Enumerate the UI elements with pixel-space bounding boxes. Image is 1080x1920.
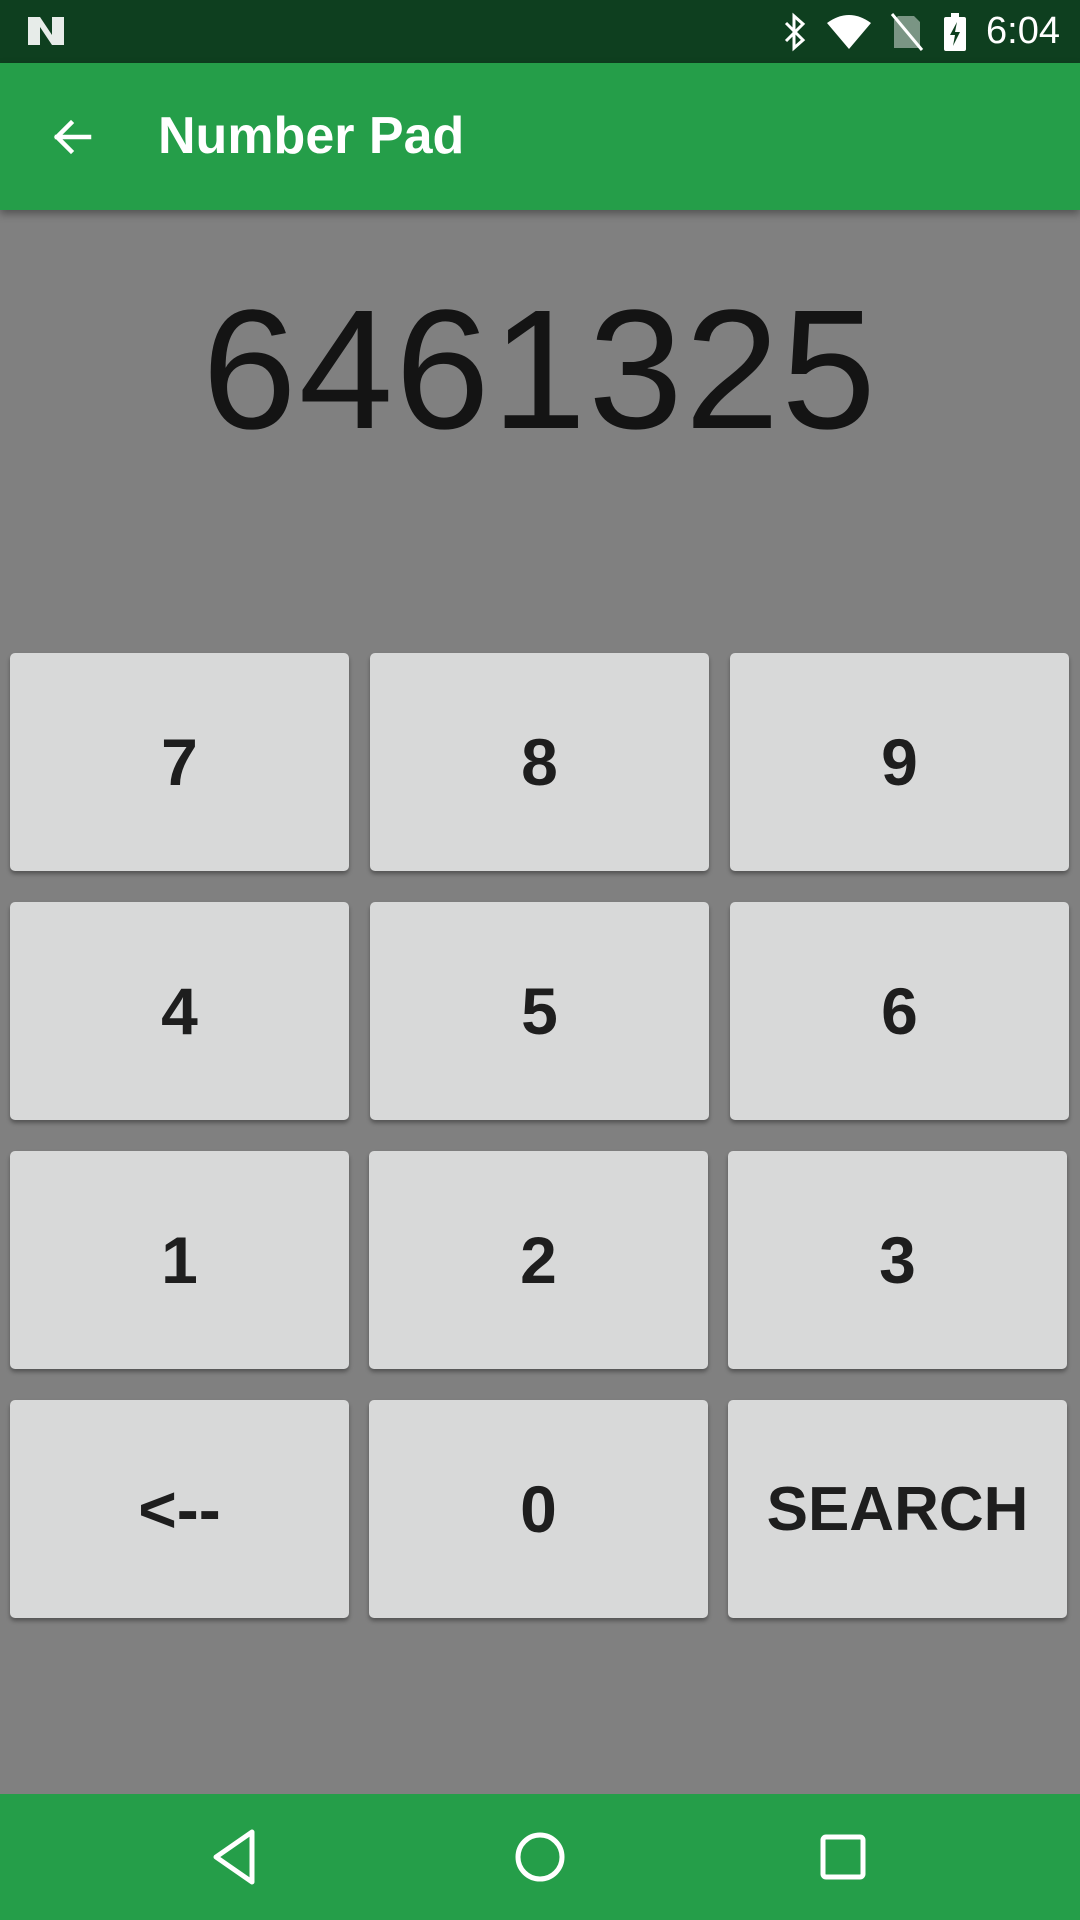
key-8[interactable]: 8	[370, 653, 709, 871]
key-1[interactable]: 1	[10, 1151, 349, 1369]
status-time: 6:04	[986, 10, 1060, 52]
key-9[interactable]: 9	[730, 653, 1069, 871]
notification-n-icon	[28, 17, 64, 45]
wifi-icon	[827, 14, 872, 49]
app-bar: Number Pad	[0, 63, 1080, 210]
key-0[interactable]: 0	[369, 1400, 708, 1618]
status-icons: 6:04	[782, 0, 1060, 63]
no-sim-icon	[890, 12, 924, 51]
bluetooth-icon	[784, 12, 806, 51]
backspace-key[interactable]: <--	[10, 1400, 349, 1618]
page-title: Number Pad	[158, 107, 465, 165]
key-7[interactable]: 7	[10, 653, 349, 871]
search-key[interactable]: SEARCH	[728, 1400, 1067, 1618]
number-display: 6461325	[202, 275, 878, 465]
home-circle-icon[interactable]	[507, 1824, 573, 1890]
battery-charging-icon	[944, 12, 967, 51]
key-6[interactable]: 6	[730, 902, 1069, 1120]
key-5[interactable]: 5	[370, 902, 709, 1120]
key-2[interactable]: 2	[369, 1151, 708, 1369]
status-bar: 6:04	[0, 0, 1080, 63]
back-triangle-icon[interactable]	[204, 1824, 270, 1890]
recents-square-icon[interactable]	[810, 1824, 876, 1890]
key-3[interactable]: 3	[728, 1151, 1067, 1369]
arrow-back-icon	[53, 119, 92, 155]
navigation-bar	[0, 1794, 1080, 1920]
key-4[interactable]: 4	[10, 902, 349, 1120]
back-button[interactable]	[36, 100, 110, 174]
